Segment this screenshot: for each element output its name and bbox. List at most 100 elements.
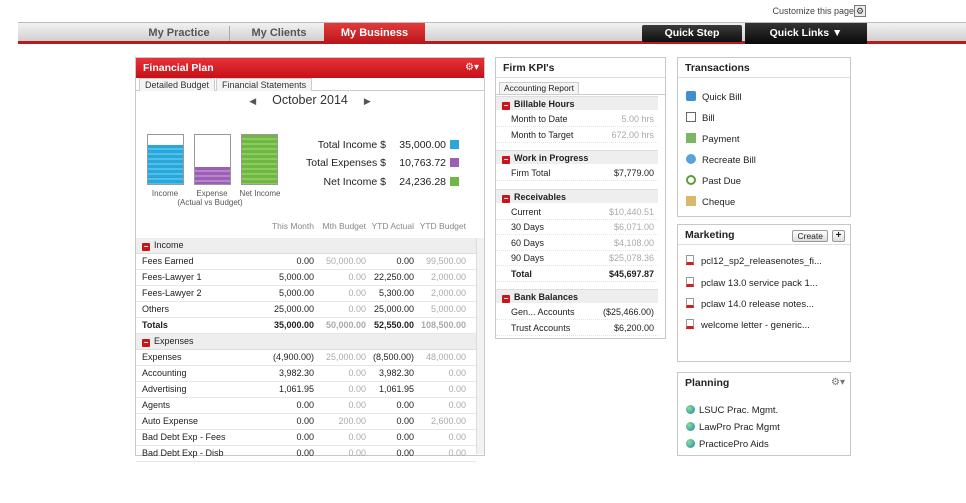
customize-gear-icon[interactable]: ⚙ <box>854 5 866 17</box>
table-row[interactable]: Totals 35,000.00 50,000.00 52,550.00 108,500… <box>136 318 476 334</box>
table-row[interactable]: Bad Debt Exp - Fees 0.00 0.00 0.00 0.00 <box>136 430 476 446</box>
income-section-header[interactable]: − Income <box>136 238 476 254</box>
next-month-icon[interactable]: ▶ <box>364 92 371 110</box>
cheque-icon <box>686 196 696 206</box>
financial-plan-settings-icon[interactable]: ⚙▾ <box>465 62 479 73</box>
tab-financial-statements[interactable]: Financial Statements <box>216 78 313 91</box>
table-row[interactable]: Fees Earned 0.00 50,000.00 0.00 99,500.00 <box>136 254 476 270</box>
row-value: 200.00 <box>338 416 366 426</box>
marketing-doc-1[interactable]: pcl12_sp2_releasenotes_fi... <box>686 255 822 269</box>
budget-grid-header: This Month Mth Budget YTD Actual YTD Bud… <box>136 221 484 233</box>
expenses-section-header[interactable]: − Expenses <box>136 334 476 350</box>
cheque-link[interactable]: Cheque <box>686 196 735 210</box>
quick-links-button[interactable]: Quick Links ▼ <box>745 23 867 44</box>
customize-link[interactable]: Customize this page <box>772 6 854 16</box>
tab-my-business[interactable]: My Business <box>324 23 425 44</box>
table-row[interactable]: Fees-Lawyer 2 5,000.00 0.00 5,300.00 2,000.0… <box>136 286 476 302</box>
collapse-icon[interactable]: − <box>502 102 510 110</box>
planning-settings-icon[interactable]: ⚙▾ <box>831 377 845 388</box>
row-value: 0.00 <box>296 448 314 458</box>
row-value: 3,982.30 <box>378 368 414 378</box>
row-label: Advertising <box>142 384 187 394</box>
bill-link[interactable]: Bill <box>686 112 715 126</box>
document-icon <box>686 255 694 265</box>
col-ytd-actual: YTD Actual <box>371 221 414 231</box>
row-value: (4,900.00) <box>272 352 314 362</box>
firm-kpi-panel: Firm KPI's Accounting Report − Billable H… <box>495 57 666 339</box>
row-value: 1,061.95 <box>378 384 414 394</box>
kpi-tab-strip: Accounting Report <box>496 78 665 95</box>
table-row[interactable]: Bad Debt Exp - Disb 0.00 0.00 0.00 0.00 <box>136 446 476 462</box>
planning-link-lsuc[interactable]: LSUC Prac. Mgmt. <box>686 404 778 418</box>
quick-step-button[interactable]: Quick Step <box>642 25 742 42</box>
marketing-panel: Marketing Create + pcl12_sp2_releasenote… <box>677 224 851 362</box>
recreate-bill-link[interactable]: Recreate Bill <box>686 154 756 168</box>
kpi-section-header[interactable]: − Billable Hours <box>496 96 658 110</box>
row-value: 5,300.00 <box>378 288 414 298</box>
table-row[interactable]: Auto Expense 0.00 200.00 0.00 2,600.00 <box>136 414 476 430</box>
total-income-arrow-icon[interactable] <box>450 140 459 149</box>
income-gauge-label: Income <box>151 189 179 198</box>
totals-summary: Total Income $ 35,000.00 Total Expenses … <box>254 138 474 192</box>
kpi-section-header[interactable]: − Receivables <box>496 188 658 203</box>
kpi-row: Total $45,697.87 <box>496 267 658 282</box>
row-value: 5,000.00 <box>278 288 314 298</box>
table-row[interactable]: Agents 0.00 0.00 0.00 0.00 <box>136 398 476 414</box>
quick-bill-link[interactable]: Quick Bill <box>686 91 742 105</box>
total-income-value: 35,000.00 <box>399 139 446 151</box>
total-expenses-value: 10,763.72 <box>399 157 446 169</box>
top-strip: Customize this page ⚙ <box>0 0 966 22</box>
main-navbar: My Practice My Clients My Business Quick… <box>18 22 966 44</box>
row-value: 0.00 <box>396 256 414 266</box>
financial-plan-subtabs: Detailed Budget Financial Statements <box>136 78 484 91</box>
table-row[interactable]: Accounting 3,982.30 0.00 3,982.30 0.00 <box>136 366 476 382</box>
tab-my-practice[interactable]: My Practice <box>134 23 224 44</box>
row-label: Totals <box>142 320 168 330</box>
row-value: 50,000.00 <box>325 256 366 266</box>
marketing-doc-2[interactable]: pclaw 13.0 service pack 1... <box>686 277 818 291</box>
row-value: 99,500.00 <box>425 256 466 266</box>
income-gauge-fill <box>148 144 183 184</box>
row-value: 3,982.30 <box>278 368 314 378</box>
row-label: Accounting <box>142 368 187 378</box>
total-expenses-arrow-icon[interactable] <box>450 158 459 167</box>
tab-accounting-report[interactable]: Accounting Report <box>499 82 579 94</box>
collapse-icon[interactable]: − <box>502 156 510 164</box>
kpi-section-header[interactable]: − Bank Balances <box>496 289 658 303</box>
row-label: Expenses <box>142 352 182 362</box>
planning-link-lawpro[interactable]: LawPro Prac Mgmt <box>686 421 780 435</box>
col-this-month: This Month <box>271 221 314 231</box>
row-value: 1,061.95 <box>278 384 314 394</box>
collapse-icon[interactable]: − <box>502 194 510 203</box>
collapse-icon[interactable]: − <box>502 295 510 303</box>
row-label: Fees-Lawyer 1 <box>142 272 202 282</box>
row-value: 5,000.00 <box>278 272 314 282</box>
transactions-title: Transactions <box>678 58 850 78</box>
table-row[interactable]: Expenses (4,900.00) 25,000.00 (8,500.00) 48,… <box>136 350 476 366</box>
row-value: 0.00 <box>448 400 466 410</box>
table-row[interactable]: Others 25,000.00 0.00 25,000.00 5,000.00 <box>136 302 476 318</box>
row-value: 0.00 <box>348 384 366 394</box>
marketing-doc-3[interactable]: pclaw 14.0 release notes... <box>686 298 814 312</box>
kpi-section-header[interactable]: − Work in Progress <box>496 150 658 164</box>
row-value: 0.00 <box>448 448 466 458</box>
tab-my-clients[interactable]: My Clients <box>233 23 325 44</box>
collapse-icon[interactable]: − <box>142 339 150 347</box>
clock-icon <box>686 175 696 185</box>
marketing-doc-4[interactable]: welcome letter - generic... <box>686 319 810 333</box>
tab-detailed-budget[interactable]: Detailed Budget <box>139 78 216 91</box>
table-row[interactable]: Fees-Lawyer 1 5,000.00 0.00 22,250.00 2,000.… <box>136 270 476 286</box>
payment-link[interactable]: Payment <box>686 133 740 147</box>
past-due-link[interactable]: Past Due <box>686 175 741 189</box>
planning-link-practicepro[interactable]: PracticePro Aids <box>686 438 769 452</box>
net-income-arrow-icon[interactable] <box>450 177 459 186</box>
add-button[interactable]: + <box>832 230 845 242</box>
budget-grid-scrollbar[interactable] <box>476 238 484 454</box>
table-row[interactable]: Advertising 1,061.95 0.00 1,061.95 0.00 <box>136 382 476 398</box>
create-button[interactable]: Create <box>792 230 828 242</box>
prev-month-icon[interactable]: ◀ <box>249 92 256 110</box>
collapse-icon[interactable]: − <box>142 243 150 251</box>
row-label: Agents <box>142 400 171 410</box>
net-income-value: 24,236.28 <box>399 176 446 188</box>
row-value: 0.00 <box>348 400 366 410</box>
